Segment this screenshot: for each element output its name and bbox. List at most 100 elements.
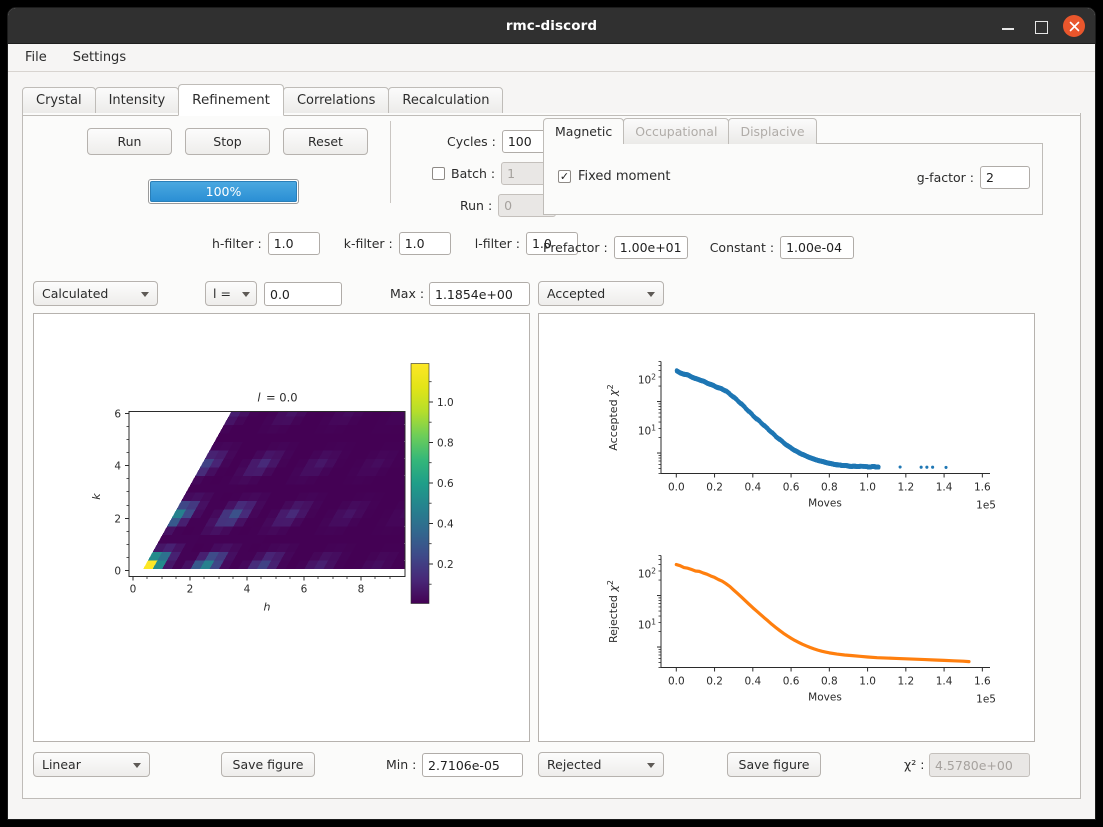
scale-select[interactable]: Linear xyxy=(33,752,150,777)
titlebar: rmc-discord xyxy=(8,8,1095,44)
close-icon[interactable] xyxy=(1063,15,1085,37)
heatmap-panel: l = 0.0 0 2 4 6 8 h 0 2 4 6 k 0.2 0.4 0.… xyxy=(33,313,530,742)
plots-area: Calculated l = Max : l xyxy=(23,278,1080,798)
accepted-select-value: Accepted xyxy=(547,286,606,301)
chevron-down-icon xyxy=(647,291,655,297)
g-factor-input[interactable] xyxy=(980,166,1030,189)
run-number-field: Run : xyxy=(460,194,557,217)
min-label: Min : xyxy=(386,757,417,772)
svg-text:1.6: 1.6 xyxy=(974,482,991,494)
batch-label: Batch : xyxy=(451,166,496,181)
k-filter-label: k-filter : xyxy=(343,236,393,251)
svg-text:0.2: 0.2 xyxy=(706,676,723,688)
left-plot-column: Calculated l = Max : l xyxy=(33,278,530,798)
heatmap-xlabel: h xyxy=(264,601,271,614)
fixed-moment-checkbox[interactable]: ✓ xyxy=(558,170,571,183)
max-label: Max : xyxy=(390,286,425,301)
right-plot-column: Accepted 0.0 0.2 0.4 0.6 0.8 1.0 1.2 1.4… xyxy=(538,278,1035,798)
tab-correlations[interactable]: Correlations xyxy=(282,87,390,116)
stop-button[interactable]: Stop xyxy=(185,128,270,155)
svg-text:0: 0 xyxy=(130,584,137,596)
prefactor-input[interactable] xyxy=(613,236,688,259)
right-plot-bottombar: Rejected Save figure χ² : xyxy=(538,752,1035,778)
svg-text:6: 6 xyxy=(301,584,308,596)
svg-text:0.2: 0.2 xyxy=(706,482,723,494)
svg-text:0.8: 0.8 xyxy=(821,482,838,494)
constant-label: Constant : xyxy=(709,240,775,255)
svg-text:1.4: 1.4 xyxy=(936,676,953,688)
refinement-page: Run Stop Reset 100% Cycles : ✓ Batch : R… xyxy=(22,113,1081,799)
subtab-occupational[interactable]: Occupational xyxy=(623,118,730,144)
h-filter-input[interactable] xyxy=(267,232,320,255)
svg-text:6: 6 xyxy=(114,409,121,421)
l-filter-label: l-filter : xyxy=(474,236,520,251)
window-title: rmc-discord xyxy=(505,18,598,34)
slice-axis-value: l = xyxy=(213,286,231,301)
chevron-down-icon xyxy=(133,762,141,768)
svg-text:2: 2 xyxy=(187,584,194,596)
svg-text:0.6: 0.6 xyxy=(783,482,800,494)
g-factor-label: g-factor : xyxy=(916,170,974,185)
calculated-select[interactable]: Calculated xyxy=(33,281,158,306)
chevron-down-icon xyxy=(647,762,655,768)
rejected-select[interactable]: Rejected xyxy=(538,752,664,777)
batch-field: ✓ Batch : xyxy=(432,162,560,185)
prefactor-label: Prefactor : xyxy=(543,240,608,255)
minimize-icon[interactable] xyxy=(999,17,1017,35)
accepted-select[interactable]: Accepted xyxy=(538,281,664,306)
left-plot-toolbar: Calculated l = Max : xyxy=(33,281,530,307)
main-tabbar: Crystal Intensity Refinement Correlation… xyxy=(22,84,1081,116)
left-plot-bottombar: Linear Save figure Min : xyxy=(33,752,530,778)
min-input[interactable] xyxy=(422,753,523,777)
save-figure-left-button[interactable]: Save figure xyxy=(221,752,315,777)
maximize-icon[interactable] xyxy=(1031,17,1049,35)
reset-button[interactable]: Reset xyxy=(283,128,368,155)
tab-recalculation[interactable]: Recalculation xyxy=(388,87,504,116)
calculated-select-value: Calculated xyxy=(42,286,109,301)
tab-intensity[interactable]: Intensity xyxy=(94,87,180,116)
subtab-displacive[interactable]: Displacive xyxy=(728,118,817,144)
progress-bar: 100% xyxy=(148,179,299,204)
save-figure-right-button[interactable]: Save figure xyxy=(727,752,821,777)
progress-bar-fill: 100% xyxy=(150,181,297,202)
rejected-x-exponent: 1e5 xyxy=(976,694,996,706)
k-filter-input[interactable] xyxy=(398,232,451,255)
max-input[interactable] xyxy=(429,282,530,306)
svg-text:0: 0 xyxy=(114,566,121,578)
disorder-type-panel: Magnetic Occupational Displacive ✓ Fixed… xyxy=(543,118,1043,259)
subtab-magnetic[interactable]: Magnetic xyxy=(543,118,625,144)
constant-input[interactable] xyxy=(780,236,855,259)
svg-text:1.2: 1.2 xyxy=(897,676,914,688)
svg-text:0.4: 0.4 xyxy=(437,519,454,531)
slice-axis-select[interactable]: l = xyxy=(205,281,257,306)
menubar: File Settings xyxy=(8,44,1095,72)
svg-text:8: 8 xyxy=(358,584,365,596)
svg-text:4: 4 xyxy=(244,584,251,596)
chevron-down-icon xyxy=(141,291,149,297)
right-plot-toolbar: Accepted xyxy=(538,281,1035,307)
window-buttons xyxy=(999,8,1085,44)
tab-crystal[interactable]: Crystal xyxy=(22,87,96,116)
menu-file[interactable]: File xyxy=(22,48,50,67)
svg-text:0.0: 0.0 xyxy=(668,676,685,688)
svg-text:0.6: 0.6 xyxy=(437,478,454,490)
heatmap-ylabel: k xyxy=(90,493,103,500)
run-button[interactable]: Run xyxy=(87,128,172,155)
svg-text:2: 2 xyxy=(114,514,121,526)
tab-refinement[interactable]: Refinement xyxy=(178,84,284,116)
slice-value-input[interactable] xyxy=(264,282,342,306)
controls-divider xyxy=(390,121,391,203)
rejected-select-value: Rejected xyxy=(547,757,602,772)
chi-squared-input[interactable] xyxy=(929,753,1030,777)
chevron-down-icon xyxy=(242,291,250,297)
app-window: rmc-discord File Settings Crystal Intens… xyxy=(8,8,1095,819)
batch-checkbox[interactable]: ✓ xyxy=(432,167,445,180)
rejected-xlabel: Moves xyxy=(808,692,842,704)
prefactor-row: Prefactor : Constant : xyxy=(543,236,855,259)
cycles-label: Cycles : xyxy=(447,134,496,149)
menu-settings[interactable]: Settings xyxy=(70,48,129,67)
fixed-moment-label: Fixed moment xyxy=(578,169,671,184)
scale-select-value: Linear xyxy=(42,757,81,772)
accepted-xlabel: Moves xyxy=(808,498,842,510)
run-controls: Run Stop Reset xyxy=(87,128,368,155)
